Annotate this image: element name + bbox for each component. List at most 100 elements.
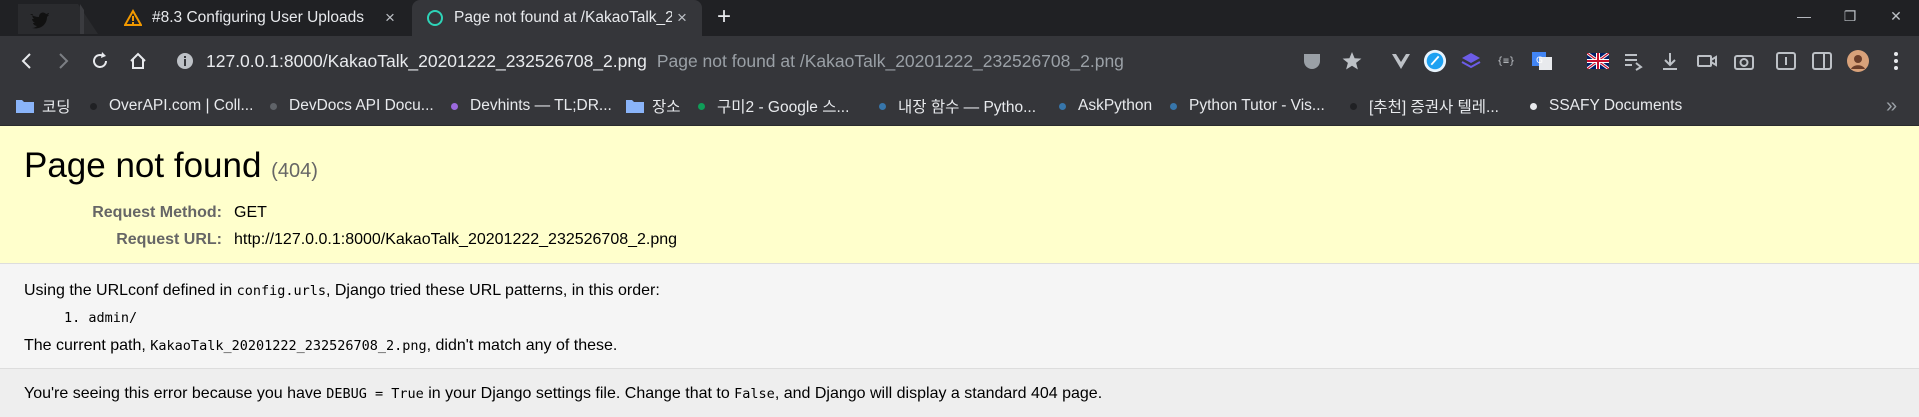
bookmark-label: [추천] 증권사 텔레... xyxy=(1369,99,1499,116)
tab-title: Page not found at /KakaoTalk_2 xyxy=(454,9,672,26)
request-url-label: Request URL: xyxy=(116,231,222,248)
bookmark-label: 내장 함수 — Pytho... xyxy=(898,99,1037,116)
tab-title: #8.3 Configuring User Uploads xyxy=(152,9,364,26)
star-bookmark-icon[interactable] xyxy=(1340,49,1364,73)
bookmark-overapi[interactable]: OverAPI.com | Coll... xyxy=(90,94,253,118)
forward-button[interactable] xyxy=(47,45,79,77)
ssafy-favicon-icon xyxy=(1530,102,1537,110)
uk-flag-icon[interactable] xyxy=(1586,49,1610,73)
request-method-label: Request Method: xyxy=(92,204,222,221)
feather-extension-icon[interactable] xyxy=(1423,49,1447,73)
more-menu-icon[interactable] xyxy=(1884,49,1908,73)
bookmarks-bar: 코딩 OverAPI.com | Coll... DevDocs API Doc… xyxy=(0,86,1919,126)
google-sheets-icon xyxy=(698,102,705,110)
reload-icon xyxy=(93,52,107,68)
vue-devtools-icon[interactable] xyxy=(1389,49,1413,73)
overapi-favicon-icon xyxy=(90,102,97,110)
status-code: (404) xyxy=(271,160,318,182)
current-path-value: KakaoTalk_20201222_232526708_2.png xyxy=(150,338,427,354)
pocket-icon[interactable] xyxy=(1300,49,1324,73)
svg-text:G: G xyxy=(1536,56,1543,66)
twitter-logo-icon xyxy=(18,4,98,34)
json-formatter-icon[interactable]: {≡} xyxy=(1494,49,1518,73)
profile-avatar[interactable] xyxy=(1846,49,1870,73)
urlconf-line: Using the URLconf defined in config.urls… xyxy=(24,282,660,300)
tab-configuring-user-uploads[interactable]: #8.3 Configuring User Uploads × xyxy=(110,0,410,36)
side-panel-icon[interactable] xyxy=(1810,49,1834,73)
url-text: 127.0.0.1:8000/KakaoTalk_20201222_232526… xyxy=(206,50,647,71)
python-tutor-favicon-icon xyxy=(1170,102,1177,110)
bookmark-ssafy-documents[interactable]: SSAFY Documents xyxy=(1530,94,1682,118)
request-method-row: Request Method: GET xyxy=(12,204,267,222)
address-bar[interactable]: 127.0.0.1:8000/KakaoTalk_20201222_232526… xyxy=(170,42,1290,80)
urlconf-prefix: Using the URLconf defined in xyxy=(24,282,237,299)
bookmark-label: Python Tutor - Vis... xyxy=(1189,97,1325,114)
bookmark-label: 코딩 xyxy=(42,99,71,116)
layers-extension-icon[interactable] xyxy=(1459,49,1483,73)
bookmark-folder-places[interactable]: 장소 xyxy=(626,94,681,118)
bookmark-label: SSAFY Documents xyxy=(1549,97,1683,114)
bookmark-securities-telegram[interactable]: [추천] 증권사 텔레... xyxy=(1350,94,1499,118)
request-url-value: http://127.0.0.1:8000/KakaoTalk_20201222… xyxy=(234,231,678,248)
close-tab-icon[interactable]: × xyxy=(380,8,400,28)
back-button[interactable] xyxy=(11,45,43,77)
bookmark-label: Devhints — TL;DR... xyxy=(470,97,612,114)
bookmark-label: AskPython xyxy=(1078,97,1153,114)
tab-strip: #8.3 Configuring User Uploads × Page not… xyxy=(0,0,1919,36)
bookmark-label: 구미2 - Google 스... xyxy=(717,99,850,116)
restore-window-button[interactable]: ❐ xyxy=(1827,0,1873,32)
bookmark-gumi-sheets[interactable]: 구미2 - Google 스... xyxy=(698,94,849,118)
reading-list-icon[interactable] xyxy=(1621,49,1645,73)
telegram-favicon-icon xyxy=(1350,102,1357,110)
reload-button[interactable] xyxy=(84,45,116,77)
askpython-favicon-icon xyxy=(1059,102,1066,110)
download-icon[interactable] xyxy=(1658,49,1682,73)
explanation-line: You're seeing this error because you hav… xyxy=(24,385,1102,403)
screenshot-camera-icon[interactable] xyxy=(1732,49,1756,73)
arrow-right-icon xyxy=(59,53,69,69)
bookmark-python-builtins[interactable]: 내장 함수 — Pytho... xyxy=(879,94,1036,118)
bookmark-python-tutor[interactable]: Python Tutor - Vis... xyxy=(1170,94,1325,118)
urlconf-suffix: , Django tried these URL patterns, in th… xyxy=(325,282,660,299)
request-url-row: Request URL: http://127.0.0.1:8000/KakaoT… xyxy=(12,231,677,249)
home-icon xyxy=(130,52,146,69)
bookmark-label: DevDocs API Docu... xyxy=(289,97,434,114)
folder-icon xyxy=(16,100,34,113)
close-tab-icon[interactable]: × xyxy=(672,8,692,28)
explanation-suffix: , and Django will display a standard 404… xyxy=(774,385,1103,402)
debug-setting: DEBUG = True xyxy=(326,386,424,402)
bookmark-devdocs[interactable]: DevDocs API Docu... xyxy=(270,94,434,118)
python-favicon-icon xyxy=(879,102,886,110)
bookmark-label: 장소 xyxy=(652,99,681,116)
tab-page-not-found[interactable]: Page not found at /KakaoTalk_2 × xyxy=(412,0,702,36)
close-window-button[interactable]: ✕ xyxy=(1873,0,1919,32)
arrow-left-icon xyxy=(21,53,31,69)
info-card-icon[interactable] xyxy=(1774,49,1798,73)
more-bookmarks-button[interactable]: » xyxy=(1886,94,1897,118)
folder-icon xyxy=(626,100,644,113)
page-title-text: Page not found xyxy=(24,146,262,185)
devhints-favicon-icon xyxy=(451,102,458,110)
warning-triangle-icon xyxy=(124,9,142,27)
url-pattern-admin: 1. admin/ xyxy=(64,310,138,326)
devdocs-favicon-icon xyxy=(270,102,277,110)
request-method-value: GET xyxy=(234,204,267,221)
circle-outline-icon xyxy=(426,9,444,27)
new-tab-button[interactable]: + xyxy=(712,5,736,30)
browser-toolbar: 127.0.0.1:8000/KakaoTalk_20201222_232526… xyxy=(0,36,1919,86)
video-camera-icon[interactable] xyxy=(1695,49,1719,73)
google-translate-icon[interactable]: G xyxy=(1530,49,1554,73)
current-path-suffix: , didn't match any of these. xyxy=(426,337,618,354)
explanation-middle: in your Django settings file. Change tha… xyxy=(423,385,735,402)
explanation-prefix: You're seeing this error because you hav… xyxy=(24,385,327,402)
bookmark-askpython[interactable]: AskPython xyxy=(1059,94,1152,118)
false-value: False xyxy=(734,386,775,402)
info-icon[interactable] xyxy=(176,52,194,75)
current-path-line: The current path, KakaoTalk_20201222_232… xyxy=(24,337,617,355)
minimize-window-button[interactable]: — xyxy=(1781,0,1827,32)
bookmark-devhints[interactable]: Devhints — TL;DR... xyxy=(451,94,612,118)
page-title-suggestion: Page not found at /KakaoTalk_20201222_23… xyxy=(656,50,1124,71)
urlconf-module: config.urls xyxy=(236,283,326,299)
bookmark-folder-coding[interactable]: 코딩 xyxy=(16,94,71,118)
home-button[interactable] xyxy=(122,45,154,77)
